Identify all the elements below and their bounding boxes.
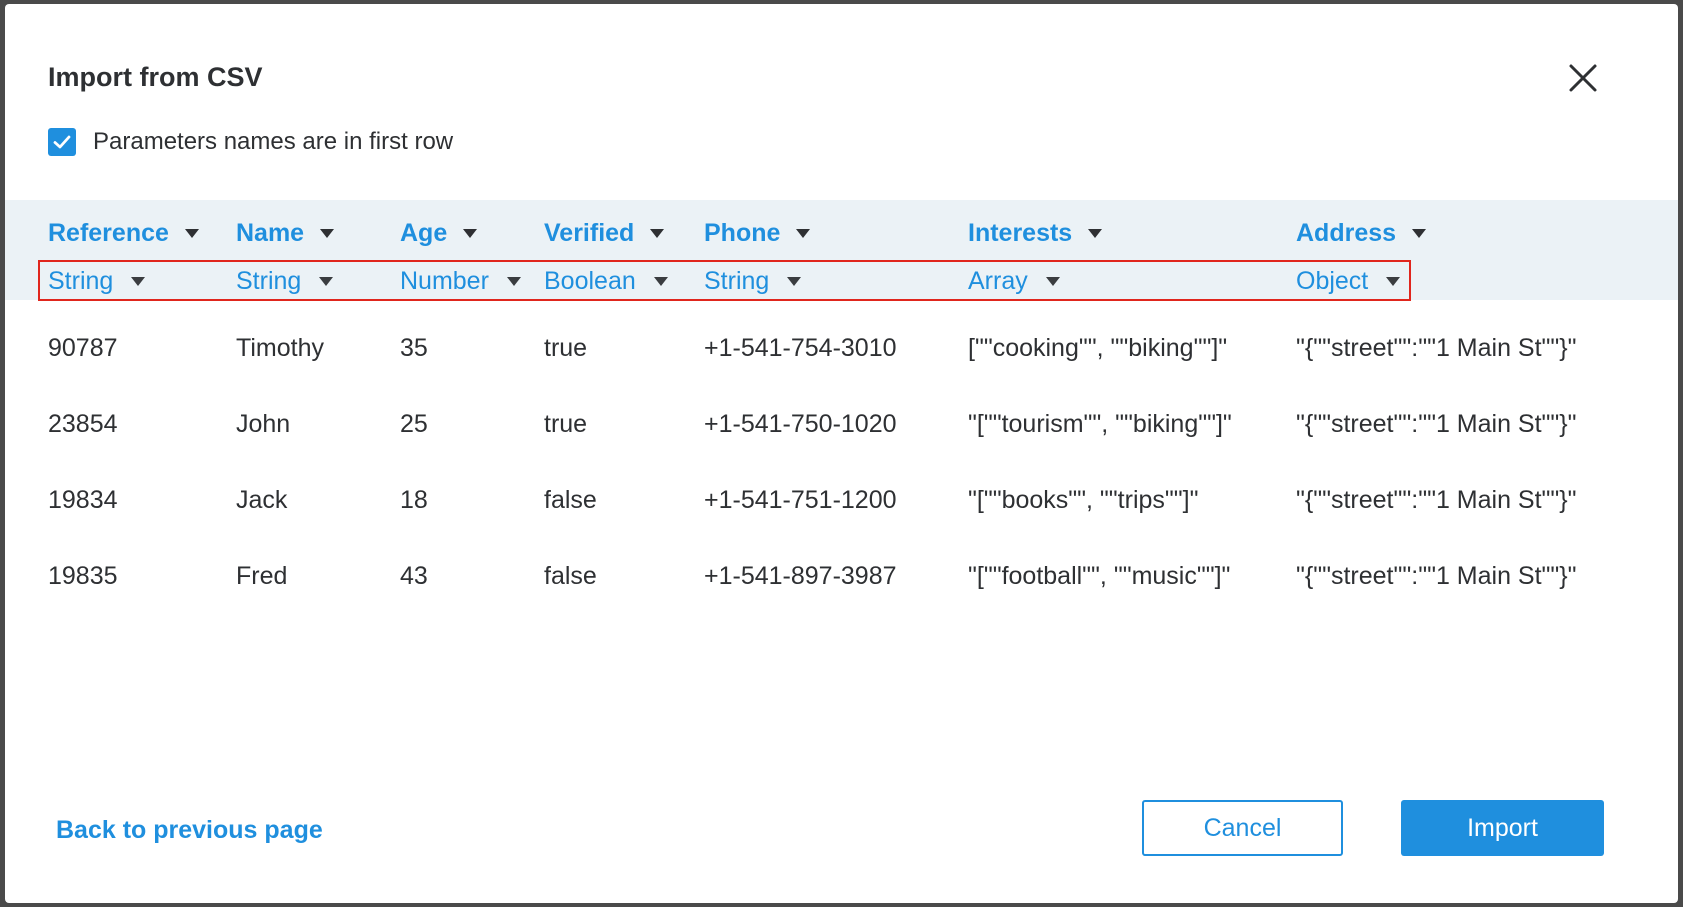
close-icon[interactable]	[1565, 60, 1601, 96]
table-cell: +1-541-751-1200	[704, 486, 897, 514]
table-cell: true	[544, 334, 588, 362]
table-cell: true	[544, 410, 588, 438]
table-cell: 23854	[48, 410, 118, 438]
first-row-names-toggle[interactable]: Parameters names are in first row	[48, 126, 453, 158]
column-name-label: Age	[400, 218, 448, 247]
dropdown-caret-icon	[1045, 276, 1060, 286]
table-cell: 43	[400, 562, 428, 590]
dropdown-caret-icon	[787, 276, 802, 286]
table-cell: "[""books"", ""trips""]"	[968, 486, 1199, 514]
column-type-select-age[interactable]: Number	[400, 264, 521, 298]
table-cell: false	[544, 486, 597, 514]
dropdown-caret-icon	[650, 228, 665, 238]
dropdown-caret-icon	[653, 276, 668, 286]
table-cell: Timothy	[236, 334, 324, 362]
dropdown-caret-icon	[1088, 228, 1103, 238]
table-cell: 35	[400, 334, 428, 362]
table-cell: John	[236, 410, 291, 438]
table-cell: +1-541-897-3987	[704, 562, 897, 590]
column-type-select-address[interactable]: Object	[1296, 264, 1401, 298]
table-cell: 18	[400, 486, 428, 514]
column-name-label: Verified	[544, 218, 635, 247]
back-to-previous-page-link[interactable]: Back to previous page	[56, 816, 323, 845]
column-name-label: Reference	[48, 218, 169, 247]
dialog-title: Import from CSV	[48, 62, 263, 92]
table-cell: 90787	[48, 334, 118, 362]
close-button[interactable]	[1565, 60, 1601, 96]
import-csv-dialog: Import from CSV Parameters names are in …	[5, 4, 1678, 903]
dropdown-caret-icon	[796, 228, 811, 238]
table-cell: "{""street"":""1 Main St""}"	[1296, 334, 1577, 362]
dropdown-caret-icon	[184, 228, 199, 238]
column-type-select-interests[interactable]: Array	[968, 264, 1060, 298]
column-type-label: Object	[1296, 266, 1369, 295]
column-type-label: Number	[400, 266, 489, 295]
dropdown-caret-icon	[131, 276, 146, 286]
table-cell: "[""football"", ""music""]"	[968, 562, 1231, 590]
column-type-label: String	[704, 266, 770, 295]
column-type-select-phone[interactable]: String	[704, 264, 802, 298]
column-type-select-name[interactable]: String	[236, 264, 334, 298]
table-cell: Fred	[236, 562, 288, 590]
column-type-label: String	[48, 266, 114, 295]
column-name-label: Phone	[704, 218, 781, 247]
column-name-reference[interactable]: Reference	[48, 216, 199, 250]
table-cell: +1-541-754-3010	[704, 334, 897, 362]
dropdown-caret-icon	[319, 276, 334, 286]
dropdown-caret-icon	[1412, 228, 1427, 238]
table-cell: 19834	[48, 486, 118, 514]
table-cell: 19835	[48, 562, 118, 590]
table-cell: "[""tourism"", ""biking""]"	[968, 410, 1232, 438]
import-button[interactable]: Import	[1401, 800, 1604, 856]
column-name-name[interactable]: Name	[236, 216, 335, 250]
column-name-age[interactable]: Age	[400, 216, 478, 250]
cancel-button[interactable]: Cancel	[1142, 800, 1343, 856]
column-name-label: Address	[1296, 218, 1397, 247]
dropdown-caret-icon	[320, 228, 335, 238]
table-cell: "{""street"":""1 Main St""}"	[1296, 562, 1577, 590]
column-name-interests[interactable]: Interests	[968, 216, 1103, 250]
dropdown-caret-icon	[506, 276, 521, 286]
checkmark-icon	[53, 135, 71, 149]
column-name-phone[interactable]: Phone	[704, 216, 811, 250]
column-name-label: Name	[236, 218, 305, 247]
table-cell: Jack	[236, 486, 288, 514]
column-type-select-verified[interactable]: Boolean	[544, 264, 668, 298]
table-cell: [""cooking"", ""biking""]"	[968, 334, 1228, 362]
column-type-label: String	[236, 266, 302, 295]
first-row-names-label: Parameters names are in first row	[93, 128, 454, 155]
table-cell: false	[544, 562, 597, 590]
table-cell: "{""street"":""1 Main St""}"	[1296, 410, 1577, 438]
column-type-label: Array	[968, 266, 1028, 295]
table-cell: +1-541-750-1020	[704, 410, 897, 438]
first-row-names-checkbox[interactable]	[48, 128, 76, 156]
dropdown-caret-icon	[1386, 276, 1401, 286]
column-type-label: Boolean	[544, 266, 636, 295]
column-type-select-reference[interactable]: String	[48, 264, 146, 298]
column-name-verified[interactable]: Verified	[544, 216, 665, 250]
table-cell: "{""street"":""1 Main St""}"	[1296, 486, 1577, 514]
table-cell: 25	[400, 410, 428, 438]
column-name-label: Interests	[968, 218, 1073, 247]
column-name-address[interactable]: Address	[1296, 216, 1427, 250]
dropdown-caret-icon	[463, 228, 478, 238]
